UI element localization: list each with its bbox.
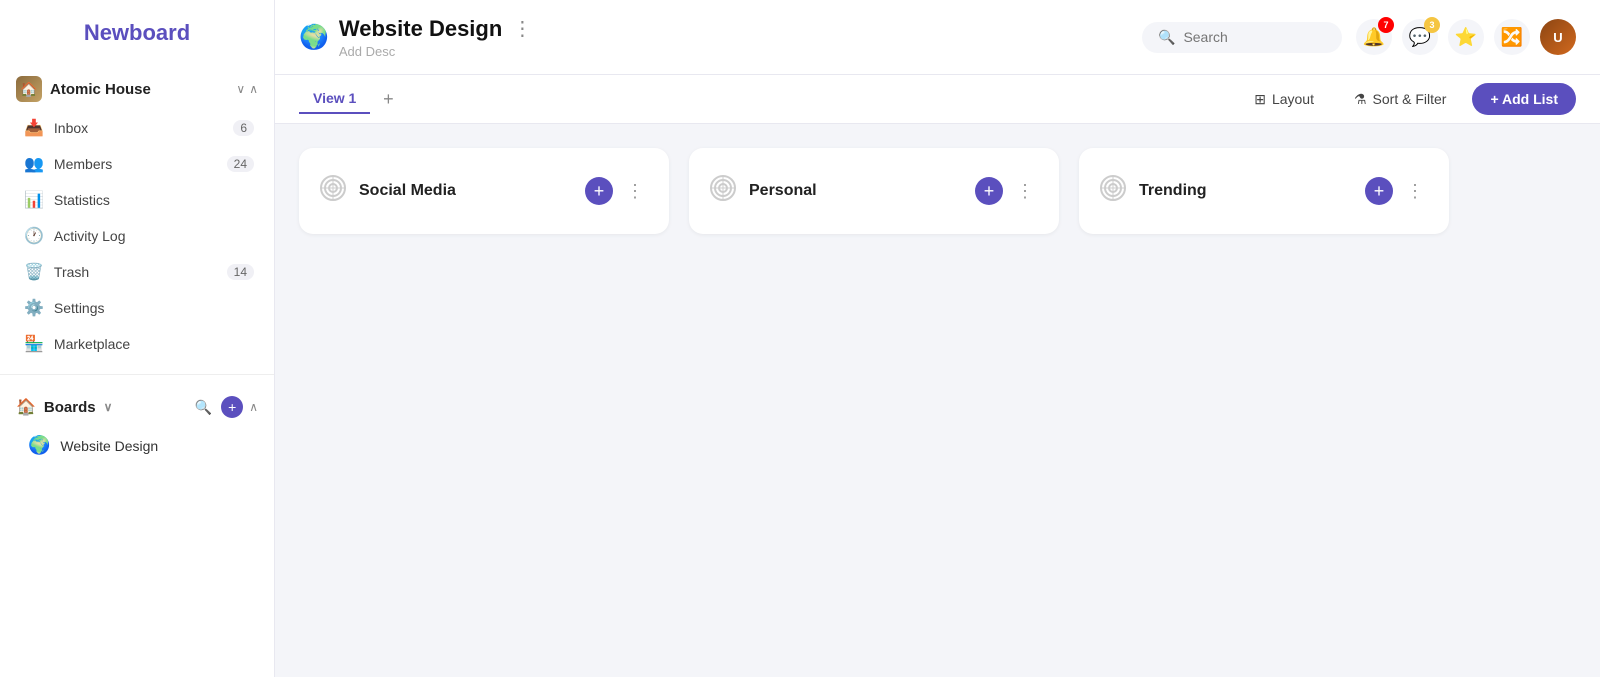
board-title: Website Design — [339, 16, 502, 42]
toolbar-right: ⊞ Layout ⚗ Sort & Filter + Add List — [1240, 83, 1576, 115]
sidebar-item-marketplace[interactable]: 🏪 Marketplace — [0, 326, 274, 362]
header-left: 🌍 Website Design ⋮ Add Desc — [299, 16, 532, 59]
messages-badge: 3 — [1424, 17, 1440, 33]
sidebar-item-label-inbox: Inbox — [54, 120, 88, 136]
inbox-badge: 6 — [233, 120, 254, 136]
workspace-icon: 🏠 — [16, 76, 42, 102]
list-add-button-social[interactable]: + — [585, 177, 613, 205]
sidebar-item-trash[interactable]: 🗑️ Trash 14 — [0, 254, 274, 290]
sidebar-item-label-settings: Settings — [54, 300, 105, 316]
sidebar-item-website-design[interactable]: 🌍 Website Design — [0, 427, 274, 464]
sidebar-item-label-activity-log: Activity Log — [54, 228, 126, 244]
workspace-chevron-up: ∧ — [249, 82, 258, 96]
header-title-block: Website Design ⋮ Add Desc — [339, 16, 532, 59]
sidebar: Newboard 🏠 Atomic House ∨ ∧ 📥 Inbox 6 👥 … — [0, 0, 275, 677]
list-goal-icon-personal — [709, 174, 737, 208]
boards-chevron-down: ∨ — [104, 400, 113, 414]
list-card-right-social: + ⋮ — [585, 177, 649, 205]
tab-view1-label: View 1 — [313, 90, 356, 106]
search-box[interactable]: 🔍 — [1142, 22, 1342, 53]
search-icon: 🔍 — [1158, 29, 1175, 46]
marketplace-icon: 🏪 — [24, 334, 44, 354]
list-card-trending: Trending + ⋮ — [1079, 148, 1449, 234]
board-label-website-design: Website Design — [60, 438, 158, 454]
filter-icon: ⚗ — [1354, 91, 1367, 108]
sidebar-item-label-marketplace: Marketplace — [54, 336, 130, 352]
notification-badge: 7 — [1378, 17, 1394, 33]
layout-button[interactable]: ⊞ Layout — [1240, 85, 1328, 114]
tab-view1[interactable]: View 1 — [299, 84, 370, 114]
list-card-right-trending: + ⋮ — [1365, 177, 1429, 205]
top-header: 🌍 Website Design ⋮ Add Desc 🔍 🔔 7 💬 — [275, 0, 1600, 75]
sidebar-item-label-statistics: Statistics — [54, 192, 110, 208]
list-add-button-trending[interactable]: + — [1365, 177, 1393, 205]
list-title-trending: Trending — [1139, 182, 1207, 200]
sidebar-divider — [0, 374, 274, 375]
workspace-chevron-down: ∨ — [236, 82, 245, 96]
sidebar-item-statistics[interactable]: 📊 Statistics — [0, 182, 274, 218]
notifications-button[interactable]: 🔔 7 — [1356, 19, 1392, 55]
tabs: View 1 + — [299, 84, 402, 114]
add-desc-button[interactable]: Add Desc — [339, 44, 532, 59]
header-right: 🔍 🔔 7 💬 3 ⭐ 🔀 U — [1142, 19, 1576, 55]
statistics-icon: 📊 — [24, 190, 44, 210]
activity-log-icon: 🕐 — [24, 226, 44, 246]
list-more-button-personal[interactable]: ⋮ — [1011, 177, 1039, 205]
list-card-right-personal: + ⋮ — [975, 177, 1039, 205]
boards-section-header[interactable]: 🏠 Boards ∨ 🔍 + ∧ — [0, 387, 274, 427]
list-card-social-media: Social Media + ⋮ — [299, 148, 669, 234]
help-button[interactable]: 🔀 — [1494, 19, 1530, 55]
board-more-options-icon[interactable]: ⋮ — [512, 16, 532, 41]
trash-badge: 14 — [227, 264, 254, 280]
list-title-social-media: Social Media — [359, 182, 456, 200]
search-input[interactable] — [1183, 29, 1326, 45]
add-tab-button[interactable]: + — [374, 85, 402, 113]
list-card-left-social: Social Media — [319, 174, 456, 208]
workspace-section-header[interactable]: 🏠 Atomic House ∨ ∧ — [0, 68, 274, 110]
boards-search-icon[interactable]: 🔍 — [191, 395, 215, 419]
inbox-icon: 📥 — [24, 118, 44, 138]
members-icon: 👥 — [24, 154, 44, 174]
list-card-left-trending: Trending — [1099, 174, 1207, 208]
avatar-initials: U — [1553, 30, 1562, 45]
main-content: 🌍 Website Design ⋮ Add Desc 🔍 🔔 7 💬 — [275, 0, 1600, 677]
list-title-personal: Personal — [749, 182, 817, 200]
list-add-button-personal[interactable]: + — [975, 177, 1003, 205]
sort-filter-button[interactable]: ⚗ Sort & Filter — [1340, 85, 1460, 114]
settings-icon: ⚙️ — [24, 298, 44, 318]
favorites-button[interactable]: ⭐ — [1448, 19, 1484, 55]
sidebar-item-inbox[interactable]: 📥 Inbox 6 — [0, 110, 274, 146]
messages-button[interactable]: 💬 3 — [1402, 19, 1438, 55]
board-title-emoji: 🌍 — [299, 23, 329, 52]
boards-home-icon: 🏠 — [16, 397, 36, 417]
add-list-button[interactable]: + Add List — [1472, 83, 1576, 115]
list-more-button-social[interactable]: ⋮ — [621, 177, 649, 205]
add-list-label: + Add List — [1490, 91, 1558, 107]
list-goal-icon-trending — [1099, 174, 1127, 208]
layout-icon: ⊞ — [1254, 91, 1266, 108]
members-badge: 24 — [227, 156, 254, 172]
toolbar: View 1 + ⊞ Layout ⚗ Sort & Filter + Add … — [275, 75, 1600, 124]
boards-add-board-icon[interactable]: + — [221, 396, 243, 418]
sidebar-item-label-trash: Trash — [54, 264, 89, 280]
board-content: Social Media + ⋮ Personal — [275, 124, 1600, 677]
app-logo: Newboard — [0, 20, 274, 46]
sidebar-item-members[interactable]: 👥 Members 24 — [0, 146, 274, 182]
list-card-left-personal: Personal — [709, 174, 817, 208]
boards-section-label: Boards — [44, 399, 96, 416]
trash-icon: 🗑️ — [24, 262, 44, 282]
workspace-name: Atomic House — [50, 81, 151, 98]
list-more-button-trending[interactable]: ⋮ — [1401, 177, 1429, 205]
sidebar-item-activity-log[interactable]: 🕐 Activity Log — [0, 218, 274, 254]
list-card-personal: Personal + ⋮ — [689, 148, 1059, 234]
sidebar-item-label-members: Members — [54, 156, 112, 172]
sort-filter-label: Sort & Filter — [1373, 91, 1447, 107]
header-icons: 🔔 7 💬 3 ⭐ 🔀 U — [1356, 19, 1576, 55]
sidebar-item-settings[interactable]: ⚙️ Settings — [0, 290, 274, 326]
boards-chevron-up: ∧ — [249, 400, 258, 414]
layout-label: Layout — [1272, 91, 1314, 107]
user-avatar[interactable]: U — [1540, 19, 1576, 55]
board-emoji-website-design: 🌍 — [28, 435, 50, 456]
list-goal-icon-social — [319, 174, 347, 208]
